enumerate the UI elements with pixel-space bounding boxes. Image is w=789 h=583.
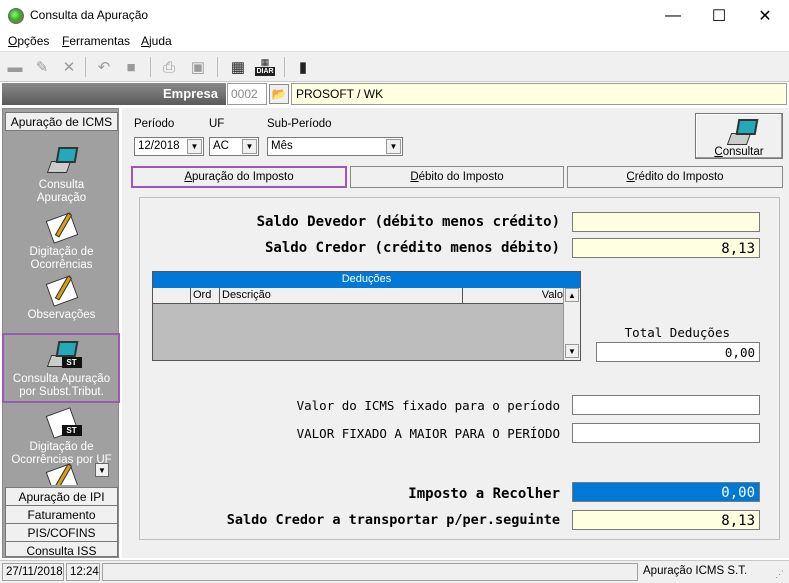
column-indicator bbox=[153, 288, 191, 303]
saldo-devedor-label: Saldo Devedor (débito menos crédito) bbox=[256, 214, 560, 230]
menu-ajuda[interactable]: Ajuda bbox=[141, 34, 172, 48]
periodo-label: Período bbox=[134, 118, 175, 130]
toolbar-separator bbox=[85, 57, 86, 77]
subperiodo-label: Sub-Período bbox=[267, 118, 332, 130]
toolbar-separator bbox=[217, 57, 218, 77]
folder-icon[interactable]: 📂 bbox=[269, 84, 289, 104]
deducoes-grid[interactable]: Deduções Ord Descrição Valo ▲ ▼ bbox=[152, 271, 581, 361]
export-icon[interactable]: ▣ bbox=[187, 57, 209, 77]
scroll-down-icon[interactable]: ▼ bbox=[565, 344, 579, 358]
deducoes-header: Ord Descrição Valo bbox=[153, 288, 580, 304]
window-title: Consulta da Apuração bbox=[30, 8, 149, 22]
sidebar-item-digitacao-ocorrencias-uf[interactable]: ST Digitação de Ocorrências por UF bbox=[5, 407, 118, 467]
empresa-label: Empresa bbox=[163, 86, 218, 101]
saldo-transportar-label: Saldo Credor a transportar p/per.seguint… bbox=[226, 512, 560, 528]
title-bar: Consulta da Apuração — ☐ ✕ bbox=[0, 0, 789, 31]
menu-opcoes[interactable]: Opções bbox=[8, 34, 49, 48]
uf-select[interactable]: AC ▼ bbox=[209, 137, 259, 156]
chevron-down-icon: ▼ bbox=[386, 139, 401, 154]
toolbar-separator bbox=[150, 57, 151, 77]
subperiodo-select[interactable]: Mês ▼ bbox=[267, 137, 403, 156]
column-valor[interactable]: Valo bbox=[463, 288, 563, 303]
sidebar-group-apuracao-icms[interactable]: Apuração de ICMS bbox=[5, 112, 118, 131]
fixado-maior-field[interactable] bbox=[572, 423, 760, 443]
computer-icon bbox=[45, 145, 79, 175]
status-bar: 27/11/2018 12:24 Apuração ICMS S.T. ⋰ bbox=[0, 560, 789, 583]
undo-icon[interactable]: ↶ bbox=[93, 57, 115, 77]
status-message bbox=[102, 563, 638, 581]
sidebar-item-consulta-apuracao[interactable]: Consulta Apuração bbox=[5, 145, 118, 205]
computer-icon bbox=[725, 117, 759, 147]
new-icon[interactable]: ▬ bbox=[4, 57, 26, 77]
column-ord[interactable]: Ord bbox=[191, 288, 220, 303]
imposto-recolher-label: Imposto a Recolher bbox=[408, 486, 560, 502]
total-deducoes-field: 0,00 bbox=[596, 342, 760, 362]
empresa-bar: Empresa 0002 📂 PROSOFT / WK bbox=[0, 82, 789, 106]
maximize-button[interactable]: ☐ bbox=[696, 0, 742, 31]
scroll-up-icon[interactable]: ▲ bbox=[565, 288, 579, 302]
app-icon bbox=[8, 8, 24, 24]
deducoes-title: Deduções bbox=[153, 272, 580, 288]
tab-apuracao-imposto[interactable]: Apuração do Imposto bbox=[131, 166, 347, 188]
notepad-pen-icon bbox=[45, 275, 79, 307]
edit-icon[interactable]: ✎ bbox=[31, 57, 53, 77]
toolbar: ▬ ✎ ✕ ↶ ■ ⎙ ▣ ▦ ▦ DIAR ▮ bbox=[0, 51, 789, 82]
icms-fixado-field[interactable] bbox=[572, 395, 760, 415]
column-descricao[interactable]: Descrição bbox=[220, 288, 463, 303]
stop-icon[interactable]: ■ bbox=[120, 57, 142, 77]
total-deducoes-label: Total Deduções bbox=[624, 325, 730, 340]
icms-fixado-label: Valor do ICMS fixado para o período bbox=[296, 398, 560, 413]
menu-ferramentas[interactable]: Ferramentas bbox=[62, 34, 130, 48]
deducoes-scrollbar[interactable]: ▲ ▼ bbox=[563, 288, 580, 360]
delete-icon[interactable]: ✕ bbox=[58, 57, 80, 77]
sidebar-selection-highlight bbox=[2, 333, 120, 403]
notepad-pen-icon bbox=[45, 463, 79, 485]
daily-calculator-icon[interactable]: ▦ DIAR bbox=[254, 57, 276, 77]
sidebar-item-digitacao-ocorrencias[interactable]: Digitação de Ocorrências bbox=[5, 212, 118, 272]
periodo-select[interactable]: 12/2018 ▼ bbox=[134, 137, 204, 156]
sidebar-item-observacoes[interactable]: Observações bbox=[5, 275, 118, 322]
chevron-down-icon: ▼ bbox=[242, 139, 257, 154]
sidebar-group-faturamento[interactable]: Faturamento bbox=[5, 505, 118, 524]
toolbar-separator bbox=[284, 57, 285, 77]
menu-bar: Opções Ferramentas Ajuda bbox=[0, 31, 789, 51]
consultar-button[interactable]: Consultar bbox=[695, 113, 783, 159]
saldo-credor-field: 8,13 bbox=[572, 238, 760, 258]
exit-door-icon[interactable]: ▮ bbox=[292, 57, 314, 77]
notepad-st-icon: ST bbox=[45, 407, 82, 439]
sidebar-group-consulta-iss[interactable]: Consulta ISS bbox=[5, 541, 118, 558]
uf-label: UF bbox=[209, 118, 225, 130]
empresa-name-field: PROSOFT / WK bbox=[291, 83, 787, 105]
close-button[interactable]: ✕ bbox=[742, 0, 788, 31]
minimize-button[interactable]: — bbox=[650, 0, 696, 31]
calculator-icon[interactable]: ▦ bbox=[227, 57, 249, 77]
imposto-recolher-field: 0,00 bbox=[572, 482, 760, 502]
sidebar-scroll-down-icon[interactable]: ▼ bbox=[95, 463, 109, 477]
resize-grip-icon[interactable]: ⋰ bbox=[775, 569, 784, 580]
chevron-down-icon: ▼ bbox=[187, 139, 202, 154]
status-time: 12:24 bbox=[66, 563, 100, 581]
saldo-devedor-field bbox=[572, 212, 760, 232]
empresa-code-field[interactable]: 0002 bbox=[227, 83, 267, 105]
tab-credito-imposto[interactable]: Crédito do Imposto bbox=[567, 166, 783, 188]
saldo-credor-label: Saldo Credor (crédito menos débito) bbox=[264, 240, 560, 256]
print-icon[interactable]: ⎙ bbox=[158, 57, 180, 77]
notepad-pen-icon bbox=[45, 212, 79, 244]
fixado-maior-label: VALOR FIXADO A MAIOR PARA O PERÍODO bbox=[296, 426, 560, 441]
sidebar-group-apuracao-ipi[interactable]: Apuração de IPI bbox=[5, 487, 118, 506]
status-module: Apuração ICMS S.T. bbox=[643, 565, 748, 577]
sidebar-group-pis-cofins[interactable]: PIS/COFINS bbox=[5, 523, 118, 542]
saldo-transportar-field: 8,13 bbox=[572, 510, 760, 530]
status-date: 27/11/2018 bbox=[2, 563, 64, 581]
tab-debito-imposto[interactable]: Débito do Imposto bbox=[350, 166, 564, 188]
